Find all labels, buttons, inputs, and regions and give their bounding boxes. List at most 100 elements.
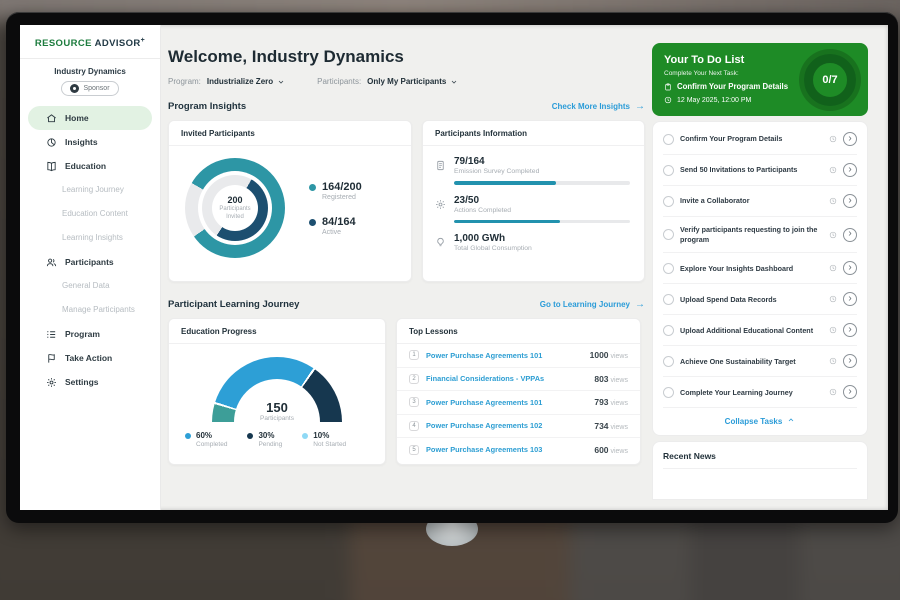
lesson-link[interactable]: Financial Considerations - VPPAs (426, 374, 587, 383)
lesson-rank-badge: 3 (409, 397, 419, 407)
actions-completed-row: 23/50 Actions Completed (435, 195, 630, 224)
participants-icon (46, 257, 57, 268)
actions-icon (435, 197, 446, 208)
education-icon (46, 161, 57, 172)
lesson-row[interactable]: 3 Power Purchase Agreements 101 793 view… (397, 391, 640, 415)
progress-fill (454, 181, 556, 185)
global-consumption-row: 1,000 GWh Total Global Consumption (435, 233, 630, 252)
check-more-insights-link[interactable]: Check More Insights → (552, 101, 645, 112)
task-checkbox[interactable] (663, 196, 674, 207)
clock-icon (829, 197, 837, 205)
sidebar-item-settings[interactable]: Settings (28, 370, 152, 394)
task-checkbox[interactable] (663, 165, 674, 176)
sidebar-item-education-content[interactable]: Education Content (28, 202, 152, 226)
task-chevron-button[interactable]: › (843, 354, 857, 368)
take-action-icon (46, 353, 57, 364)
program-select-value: Industrialize Zero (207, 77, 273, 86)
sidebar-item-general-data[interactable]: General Data (28, 274, 152, 298)
legend-pending: 30% Pending (247, 431, 282, 448)
card-title: Participants Information (423, 121, 644, 146)
lesson-rank-badge: 5 (409, 445, 419, 455)
sidebar-item-insights[interactable]: Insights (28, 130, 152, 154)
sidebar-item-learning-insights[interactable]: Learning Insights (28, 226, 152, 250)
program-filter-label: Program: (168, 77, 201, 86)
next-task: Confirm Your Program Details (664, 82, 804, 91)
task-row[interactable]: Invite a Collaborator › (663, 186, 857, 217)
lesson-link[interactable]: Power Purchase Agreements 103 (426, 445, 587, 454)
sidebar: RESOURCE ADVISOR+ Industry Dynamics Spon… (20, 25, 161, 510)
invited-total: 200 (227, 195, 242, 205)
task-checkbox[interactable] (663, 325, 674, 336)
task-row[interactable]: Send 50 Invitations to Participants › (663, 155, 857, 186)
progress-bar (454, 220, 630, 224)
lesson-row[interactable]: 1 Power Purchase Agreements 101 1000 vie… (397, 344, 640, 368)
sponsor-badge-label: Sponsor (83, 85, 109, 92)
task-row[interactable]: Upload Spend Data Records › (663, 284, 857, 315)
participants-select[interactable]: Only My Participants (367, 77, 458, 86)
divider (20, 58, 160, 59)
lesson-row[interactable]: 2 Financial Considerations - VPPAs 803 v… (397, 368, 640, 392)
progress-bar (454, 181, 630, 185)
chevron-up-icon (787, 416, 795, 426)
collapse-tasks-link[interactable]: Collapse Tasks (663, 408, 857, 431)
lesson-rank-badge: 1 (409, 350, 419, 360)
lesson-row[interactable]: 5 Power Purchase Agreements 103 600 view… (397, 438, 640, 462)
program-select[interactable]: Industrialize Zero (207, 77, 285, 86)
sidebar-item-label: Home (65, 113, 89, 123)
education-progress-card: Education Progress 150 Participants (168, 318, 386, 465)
task-row[interactable]: Explore Your Insights Dashboard › (663, 253, 857, 284)
link-label: Check More Insights (552, 102, 630, 111)
card-title: Top Lessons (397, 319, 640, 344)
lesson-link[interactable]: Power Purchase Agreements 102 (426, 421, 587, 430)
sidebar-item-program[interactable]: Program (28, 322, 152, 346)
logo-resource: RESOURCE (35, 38, 92, 49)
task-checkbox[interactable] (663, 356, 674, 367)
task-row[interactable]: Upload Additional Educational Content › (663, 315, 857, 346)
task-chevron-button[interactable]: › (843, 228, 857, 242)
task-chevron-button[interactable]: › (843, 194, 857, 208)
sidebar-nav: Home Insights Education Learning Journey… (20, 106, 160, 394)
chevron-down-icon (277, 78, 285, 86)
sidebar-item-manage-participants[interactable]: Manage Participants (28, 298, 152, 322)
task-chevron-button[interactable]: › (843, 292, 857, 306)
clock-icon (829, 326, 837, 334)
sidebar-item-take-action[interactable]: Take Action (28, 346, 152, 370)
program-insights-title: Program Insights (168, 101, 246, 112)
go-to-learning-journey-link[interactable]: Go to Learning Journey → (540, 299, 645, 310)
task-checkbox[interactable] (663, 294, 674, 305)
sidebar-item-participants[interactable]: Participants (28, 250, 152, 274)
task-checkbox[interactable] (663, 229, 674, 240)
lesson-row[interactable]: 4 Power Purchase Agreements 102 734 view… (397, 415, 640, 439)
arrow-right-icon: → (635, 101, 645, 112)
todo-progress-count: 0/7 (822, 74, 837, 86)
card-title: Education Progress (169, 319, 385, 344)
task-row[interactable]: Verify participants requesting to join t… (663, 217, 857, 253)
due-date: 12 May 2025, 12:00 PM (664, 96, 804, 104)
task-checkbox[interactable] (663, 263, 674, 274)
task-chevron-button[interactable]: › (843, 163, 857, 177)
sidebar-item-home[interactable]: Home (28, 106, 152, 130)
education-legend: 60% Completed 30% Pending 10% (169, 431, 385, 448)
sidebar-item-label: Take Action (65, 353, 112, 363)
link-label: Go to Learning Journey (540, 300, 630, 309)
task-checkbox[interactable] (663, 134, 674, 145)
lesson-link[interactable]: Power Purchase Agreements 101 (426, 351, 583, 360)
sidebar-item-learning-journey[interactable]: Learning Journey (28, 178, 152, 202)
legend-completed: 60% Completed (185, 431, 227, 448)
invited-participants-donut: 200 Participants Invited (185, 158, 285, 258)
organization-name: Industry Dynamics (20, 67, 160, 76)
task-chevron-button[interactable]: › (843, 261, 857, 275)
todo-progress-ring: 0/7 (804, 54, 856, 106)
task-chevron-button[interactable]: › (843, 132, 857, 146)
task-checkbox[interactable] (663, 387, 674, 398)
task-row[interactable]: Achieve One Sustainability Target › (663, 346, 857, 377)
task-row[interactable]: Complete Your Learning Journey › (663, 377, 857, 408)
invited-participants-card: Invited Participants 200 Participants In… (168, 120, 412, 282)
task-row[interactable]: Confirm Your Program Details › (663, 124, 857, 155)
task-chevron-button[interactable]: › (843, 385, 857, 399)
task-chevron-button[interactable]: › (843, 323, 857, 337)
clipboard-icon (664, 83, 672, 91)
lesson-link[interactable]: Power Purchase Agreements 101 (426, 398, 587, 407)
sidebar-item-education[interactable]: Education (28, 154, 152, 178)
learning-journey-title: Participant Learning Journey (168, 299, 299, 310)
